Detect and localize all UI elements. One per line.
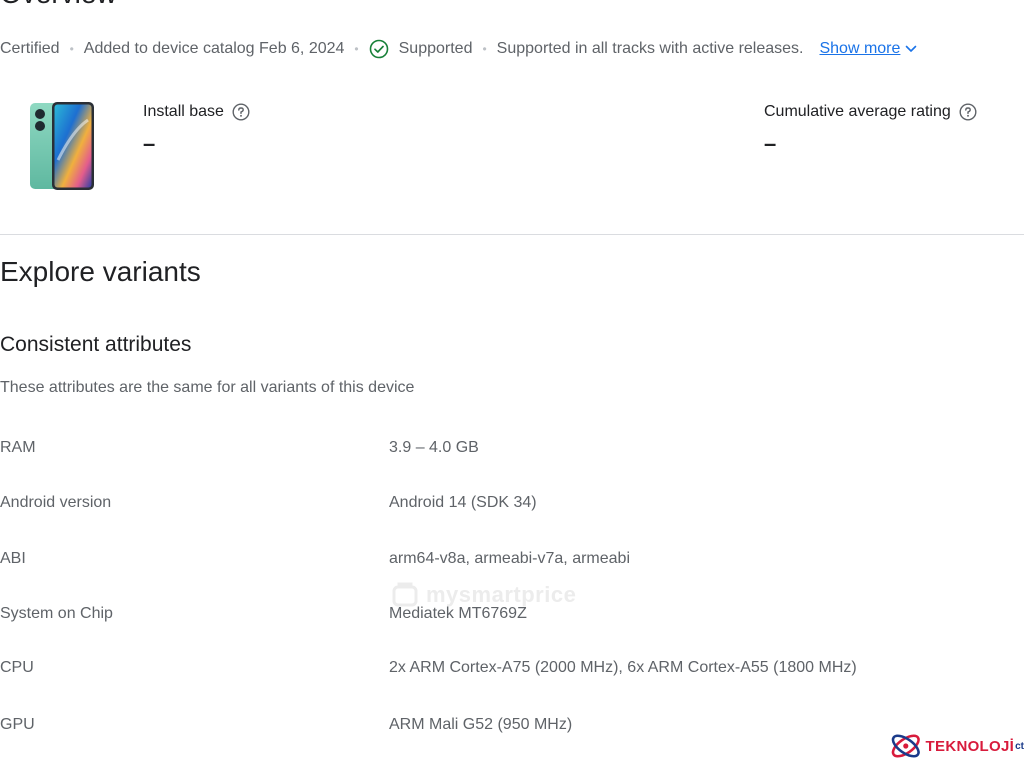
consistent-attributes-description: These attributes are the same for all va… (0, 379, 415, 396)
attribute-name: Android version (0, 494, 112, 511)
attribute-value: Mediatek MT6769Z (389, 605, 527, 622)
show-more-label: Show more (819, 40, 901, 57)
device-meta-row: Certified • Added to device catalog Feb … (0, 38, 918, 60)
rating-label: Cumulative average rating (764, 103, 951, 120)
attribute-row-cpu: CPU 2x ARM Cortex-A75 (2000 MHz), 6x ARM… (0, 659, 1024, 681)
explore-variants-heading: Explore variants (0, 256, 201, 287)
supported-detail: Supported in all tracks with active rele… (496, 40, 804, 57)
attribute-name: CPU (0, 659, 34, 676)
install-base-stat: Install base – (143, 103, 250, 157)
attribute-row-abi: ABI arm64-v8a, armeabi-v7a, armeabi (0, 550, 1024, 572)
section-divider (0, 234, 1024, 235)
brand-name: TEKNOLOJİ (925, 737, 1015, 755)
attribute-name: RAM (0, 439, 36, 456)
attribute-value: ARM Mali G52 (950 MHz) (389, 716, 573, 733)
install-base-label: Install base (143, 103, 224, 120)
separator-dot: • (482, 42, 487, 56)
separator-dot: • (69, 42, 74, 56)
attribute-name: ABI (0, 550, 26, 567)
help-circle-icon[interactable] (959, 103, 977, 121)
help-circle-icon[interactable] (232, 103, 250, 121)
consistent-attributes-heading: Consistent attributes (0, 333, 192, 356)
rating-stat: Cumulative average rating – (764, 103, 977, 157)
overview-heading: Overview (0, 0, 117, 10)
attribute-row-android-version: Android version Android 14 (SDK 34) (0, 494, 1024, 516)
attribute-name: System on Chip (0, 605, 113, 622)
attribute-value: 2x ARM Cortex-A75 (2000 MHz), 6x ARM Cor… (389, 659, 857, 676)
check-circle-icon (369, 39, 389, 59)
certified-label: Certified (0, 40, 60, 57)
attribute-name: GPU (0, 716, 35, 733)
attribute-value: Android 14 (SDK 34) (389, 494, 537, 511)
brand-suffix: ct (1015, 740, 1024, 752)
chevron-down-icon (906, 45, 917, 52)
install-base-value: – (143, 131, 156, 156)
separator-dot: • (354, 42, 359, 56)
supported-status: Supported (398, 40, 473, 57)
phone-device-image (28, 100, 96, 192)
attribute-row-gpu: GPU ARM Mali G52 (950 MHz) (0, 716, 1024, 738)
attribute-row-system-on-chip: System on Chip Mediatek MT6769Z (0, 605, 1024, 627)
attribute-value: 3.9 – 4.0 GB (389, 439, 479, 456)
brand-atom-icon (891, 734, 920, 758)
attribute-value: arm64-v8a, armeabi-v7a, armeabi (389, 550, 630, 567)
added-date-label: Added to device catalog Feb 6, 2024 (83, 40, 345, 57)
show-more-link[interactable]: Show more (819, 40, 918, 58)
rating-value: – (764, 131, 777, 156)
device-catalog-page: Overview Certified • Added to device cat… (0, 0, 1024, 768)
attribute-row-ram: RAM 3.9 – 4.0 GB (0, 439, 1024, 461)
brand-logo: TEKNOLOJİ ct (888, 726, 1024, 766)
